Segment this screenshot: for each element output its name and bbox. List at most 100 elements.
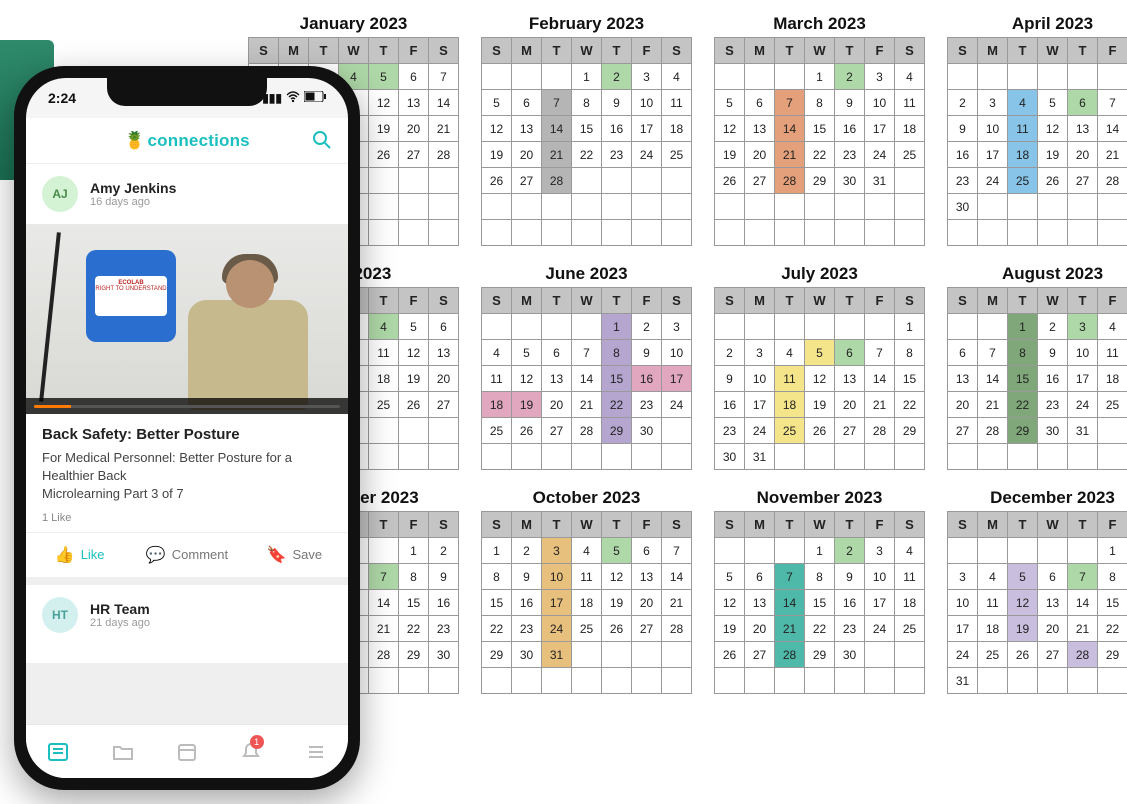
day-cell[interactable]: 16 — [1038, 366, 1068, 392]
day-cell[interactable]: 8 — [895, 340, 925, 366]
day-cell[interactable]: 14 — [1098, 116, 1127, 142]
day-cell[interactable]: 15 — [895, 366, 925, 392]
day-cell[interactable]: 13 — [835, 366, 865, 392]
day-cell[interactable]: 9 — [835, 90, 865, 116]
like-button[interactable]: 👍Like — [26, 533, 133, 577]
day-cell[interactable]: 30 — [1038, 418, 1068, 444]
day-cell[interactable]: 2 — [602, 64, 632, 90]
day-cell[interactable]: 24 — [948, 642, 978, 668]
day-cell[interactable]: 1 — [602, 314, 632, 340]
day-cell[interactable]: 27 — [948, 418, 978, 444]
day-cell[interactable]: 28 — [1068, 642, 1098, 668]
day-cell[interactable]: 15 — [572, 116, 602, 142]
day-cell[interactable]: 16 — [835, 590, 865, 616]
post-author[interactable]: Amy Jenkins — [90, 180, 176, 196]
day-cell[interactable]: 18 — [572, 590, 602, 616]
day-cell[interactable]: 11 — [895, 90, 925, 116]
day-cell[interactable]: 4 — [895, 64, 925, 90]
day-cell[interactable]: 28 — [542, 168, 572, 194]
day-cell[interactable]: 21 — [1068, 616, 1098, 642]
day-cell[interactable]: 19 — [715, 616, 745, 642]
day-cell[interactable]: 21 — [542, 142, 572, 168]
day-cell[interactable]: 1 — [1098, 538, 1127, 564]
day-cell[interactable]: 22 — [1098, 616, 1127, 642]
day-cell[interactable]: 30 — [948, 194, 978, 220]
post-like-count[interactable]: 1 Like — [26, 512, 348, 532]
day-cell[interactable]: 10 — [632, 90, 662, 116]
day-cell[interactable]: 29 — [602, 418, 632, 444]
day-cell[interactable]: 29 — [1008, 418, 1038, 444]
day-cell[interactable]: 11 — [1008, 116, 1038, 142]
day-cell[interactable]: 21 — [775, 142, 805, 168]
day-cell[interactable]: 6 — [1068, 90, 1098, 116]
day-cell[interactable]: 23 — [602, 142, 632, 168]
day-cell[interactable]: 27 — [632, 616, 662, 642]
day-cell[interactable]: 18 — [978, 616, 1008, 642]
day-cell[interactable]: 20 — [429, 366, 459, 392]
day-cell[interactable]: 19 — [399, 366, 429, 392]
day-cell[interactable]: 24 — [542, 616, 572, 642]
post-video[interactable]: ECOLABRIGHT TO UNDERSTAND — [26, 224, 348, 414]
day-cell[interactable]: 13 — [948, 366, 978, 392]
day-cell[interactable]: 25 — [775, 418, 805, 444]
day-cell[interactable]: 1 — [805, 64, 835, 90]
day-cell[interactable]: 23 — [715, 418, 745, 444]
day-cell[interactable]: 10 — [978, 116, 1008, 142]
day-cell[interactable]: 20 — [835, 392, 865, 418]
day-cell[interactable]: 23 — [429, 616, 459, 642]
day-cell[interactable]: 23 — [835, 142, 865, 168]
day-cell[interactable]: 3 — [662, 314, 692, 340]
day-cell[interactable]: 9 — [512, 564, 542, 590]
day-cell[interactable]: 22 — [482, 616, 512, 642]
day-cell[interactable]: 5 — [399, 314, 429, 340]
day-cell[interactable]: 1 — [572, 64, 602, 90]
day-cell[interactable]: 24 — [978, 168, 1008, 194]
day-cell[interactable]: 25 — [1008, 168, 1038, 194]
day-cell[interactable]: 6 — [835, 340, 865, 366]
day-cell[interactable]: 6 — [429, 314, 459, 340]
day-cell[interactable]: 5 — [1038, 90, 1068, 116]
day-cell[interactable]: 12 — [715, 590, 745, 616]
day-cell[interactable]: 4 — [978, 564, 1008, 590]
day-cell[interactable]: 25 — [895, 142, 925, 168]
day-cell[interactable]: 11 — [775, 366, 805, 392]
comment-button[interactable]: 💬Comment — [133, 533, 240, 577]
day-cell[interactable]: 31 — [948, 668, 978, 694]
day-cell[interactable]: 14 — [369, 590, 399, 616]
day-cell[interactable]: 16 — [715, 392, 745, 418]
day-cell[interactable]: 13 — [542, 366, 572, 392]
day-cell[interactable]: 9 — [948, 116, 978, 142]
day-cell[interactable]: 13 — [399, 90, 429, 116]
day-cell[interactable]: 9 — [429, 564, 459, 590]
day-cell[interactable]: 16 — [948, 142, 978, 168]
day-cell[interactable]: 24 — [662, 392, 692, 418]
day-cell[interactable]: 19 — [1008, 616, 1038, 642]
day-cell[interactable]: 28 — [775, 168, 805, 194]
day-cell[interactable]: 22 — [805, 616, 835, 642]
day-cell[interactable]: 31 — [1068, 418, 1098, 444]
day-cell[interactable]: 6 — [1038, 564, 1068, 590]
day-cell[interactable]: 11 — [572, 564, 602, 590]
day-cell[interactable]: 12 — [1008, 590, 1038, 616]
day-cell[interactable]: 7 — [662, 538, 692, 564]
day-cell[interactable]: 14 — [865, 366, 895, 392]
day-cell[interactable]: 9 — [1038, 340, 1068, 366]
day-cell[interactable]: 7 — [775, 564, 805, 590]
day-cell[interactable]: 8 — [482, 564, 512, 590]
day-cell[interactable]: 11 — [1098, 340, 1127, 366]
day-cell[interactable]: 12 — [399, 340, 429, 366]
day-cell[interactable]: 19 — [1038, 142, 1068, 168]
day-cell[interactable]: 13 — [1068, 116, 1098, 142]
day-cell[interactable]: 30 — [512, 642, 542, 668]
day-cell[interactable]: 17 — [662, 366, 692, 392]
day-cell[interactable]: 26 — [805, 418, 835, 444]
day-cell[interactable]: 9 — [835, 564, 865, 590]
day-cell[interactable]: 14 — [775, 590, 805, 616]
day-cell[interactable]: 27 — [1038, 642, 1068, 668]
day-cell[interactable]: 8 — [1098, 564, 1127, 590]
day-cell[interactable]: 26 — [1008, 642, 1038, 668]
day-cell[interactable]: 17 — [865, 116, 895, 142]
day-cell[interactable]: 28 — [865, 418, 895, 444]
day-cell[interactable]: 22 — [895, 392, 925, 418]
day-cell[interactable]: 31 — [542, 642, 572, 668]
